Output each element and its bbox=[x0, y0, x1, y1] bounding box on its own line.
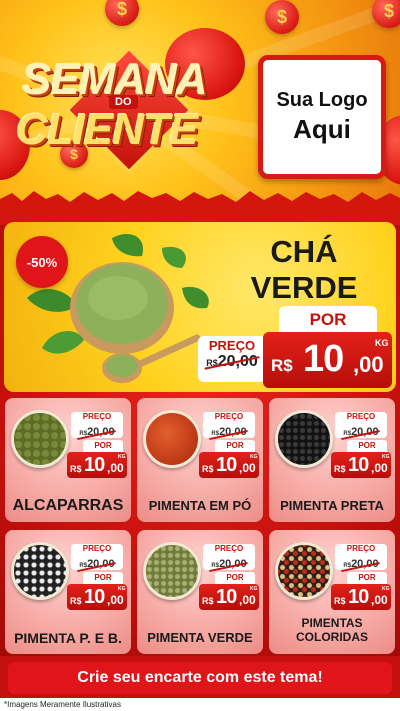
product-card-pimenta-em-po[interactable]: PREÇO R$20,00 POR R$ 10 ,00 KG PIMENTA E… bbox=[137, 398, 263, 522]
old-price-tag: PREÇO R$20,00 bbox=[335, 544, 387, 573]
pimenta-em-po-photo bbox=[143, 410, 201, 468]
featured-product-name: CHÁ VERDE bbox=[224, 234, 384, 306]
preco-label: PREÇO bbox=[82, 412, 112, 421]
price-currency: R$ bbox=[202, 464, 214, 474]
featured-preco-label: PREÇO bbox=[208, 338, 256, 353]
preco-label: PREÇO bbox=[346, 412, 376, 421]
por-label: POR bbox=[83, 440, 123, 452]
old-price: R$20,00 bbox=[209, 426, 249, 441]
price-integer: 10 bbox=[216, 454, 237, 476]
torn-paper-edge bbox=[0, 191, 400, 225]
price-integer: 10 bbox=[84, 454, 105, 476]
price-integer: 10 bbox=[348, 454, 369, 476]
discount-badge: -50% bbox=[16, 236, 68, 288]
price-currency: R$ bbox=[202, 596, 214, 606]
price-unit: KG bbox=[118, 454, 126, 460]
coin-icon: $ bbox=[105, 0, 139, 26]
price-integer: 10 bbox=[348, 586, 369, 608]
old-price-tag: PREÇO R$20,00 bbox=[203, 412, 255, 441]
old-price: R$20,00 bbox=[77, 426, 117, 441]
product-name: PIMENTA VERDE bbox=[147, 630, 253, 645]
price-currency: R$ bbox=[271, 356, 293, 375]
price-decimal: ,00 bbox=[371, 593, 388, 607]
create-flyer-button[interactable]: Crie seu encarte com este tema! bbox=[8, 662, 392, 694]
preco-label: PREÇO bbox=[214, 544, 244, 553]
disclaimer-text: *Imagens Meramente Ilustrativas bbox=[0, 698, 400, 711]
price-integer: 10 bbox=[84, 586, 105, 608]
price-unit: KG bbox=[118, 586, 126, 592]
price-currency: R$ bbox=[334, 596, 346, 606]
old-price: R$20,00 bbox=[341, 426, 381, 441]
header-banner: $ $ $ $ SEMANA DO CLIENTE Sua Logo Aqui bbox=[0, 0, 400, 215]
product-card-pimenta-preta[interactable]: PREÇO R$20,00 POR R$ 10 ,00 KG PIMENTA P… bbox=[269, 398, 395, 522]
featured-old-price-tag: PREÇO R$20,00 bbox=[198, 336, 266, 382]
price-tag: R$ 10 ,00 KG bbox=[67, 584, 127, 610]
preco-label: PREÇO bbox=[346, 544, 376, 553]
featured-por-label: POR bbox=[279, 306, 377, 334]
por-label: POR bbox=[215, 440, 255, 452]
pimenta-p-e-b-photo bbox=[11, 542, 69, 600]
old-price-tag: PREÇO R$20,00 bbox=[71, 412, 123, 441]
price-decimal: ,00 bbox=[107, 593, 124, 607]
price-currency: R$ bbox=[334, 464, 346, 474]
old-price-tag: PREÇO R$20,00 bbox=[203, 544, 255, 573]
old-price: R$20,00 bbox=[77, 558, 117, 573]
product-name-line2: COLORIDAS bbox=[296, 630, 368, 644]
product-name: PIMENTA PRETA bbox=[280, 498, 384, 513]
product-card-pimenta-verde[interactable]: PREÇO R$20,00 POR R$ 10 ,00 KG PIMENTA V… bbox=[137, 530, 263, 654]
featured-name-line1: CHÁ bbox=[270, 234, 338, 269]
price-integer: 10 bbox=[216, 586, 237, 608]
logo-line2: Aqui bbox=[293, 114, 351, 144]
logo-placeholder[interactable]: Sua Logo Aqui bbox=[258, 55, 386, 179]
price-integer: 10 bbox=[303, 338, 344, 380]
price-currency: R$ bbox=[70, 464, 82, 474]
price-decimal: ,00 bbox=[353, 352, 384, 377]
price-unit: KG bbox=[375, 338, 389, 348]
product-name: ALCAPARRAS bbox=[12, 497, 124, 514]
price-tag: R$ 10 ,00 KG bbox=[331, 584, 391, 610]
product-card-pimenta-p-e-b[interactable]: PREÇO R$20,00 POR R$ 10 ,00 KG PIMENTA P… bbox=[5, 530, 131, 654]
campaign-title: SEMANA DO CLIENTE bbox=[14, 46, 232, 174]
price-decimal: ,00 bbox=[107, 461, 124, 475]
price-currency: R$ bbox=[70, 596, 82, 606]
old-price-tag: PREÇO R$20,00 bbox=[71, 544, 123, 573]
product-name: PIMENTA EM PÓ bbox=[148, 498, 252, 513]
preco-label: PREÇO bbox=[82, 544, 112, 553]
price-tag: R$ 10 ,00 KG bbox=[67, 452, 127, 478]
por-label: POR bbox=[215, 572, 255, 584]
old-price-tag: PREÇO R$20,00 bbox=[335, 412, 387, 441]
price-decimal: ,00 bbox=[239, 593, 256, 607]
old-price: R$20,00 bbox=[341, 558, 381, 573]
preco-label: PREÇO bbox=[214, 412, 244, 421]
product-card-alcaparras[interactable]: PREÇO R$20,00 POR R$ 10 ,00 KG ALCAPARRA… bbox=[5, 398, 131, 522]
price-tag: R$ 10 ,00 KG bbox=[199, 584, 259, 610]
coin-icon: $ bbox=[372, 0, 400, 28]
por-label: POR bbox=[83, 572, 123, 584]
por-label: POR bbox=[347, 572, 387, 584]
logo-line1: Sua Logo bbox=[276, 89, 368, 111]
price-decimal: ,00 bbox=[239, 461, 256, 475]
price-tag: R$ 10 ,00 KG bbox=[331, 452, 391, 478]
old-price: R$20,00 bbox=[209, 558, 249, 573]
coin-icon: $ bbox=[265, 0, 299, 34]
price-decimal: ,00 bbox=[371, 461, 388, 475]
alcaparras-photo bbox=[11, 410, 69, 468]
price-unit: KG bbox=[250, 454, 258, 460]
pimentas-coloridas-photo bbox=[275, 542, 333, 600]
product-name: PIMENTA P. E B. bbox=[14, 630, 122, 646]
price-unit: KG bbox=[382, 454, 390, 460]
price-tag: R$ 10 ,00 KG bbox=[199, 452, 259, 478]
por-label: POR bbox=[347, 440, 387, 452]
pimenta-verde-photo bbox=[143, 542, 201, 600]
product-name-line1: PIMENTAS bbox=[301, 616, 363, 630]
title-line2: CLIENTE bbox=[16, 105, 198, 154]
price-unit: KG bbox=[382, 586, 390, 592]
featured-name-line2: VERDE bbox=[250, 270, 358, 305]
product-name: PIMENTAS COLORIDAS bbox=[271, 616, 393, 644]
pimenta-preta-photo bbox=[275, 410, 333, 468]
featured-old-price: R$20,00 bbox=[204, 353, 260, 371]
product-card-pimentas-coloridas[interactable]: PREÇO R$20,00 POR R$ 10 ,00 KG PIMENTAS … bbox=[269, 530, 395, 654]
price-unit: KG bbox=[250, 586, 258, 592]
featured-price-tag: R$ 10 ,00 KG bbox=[263, 332, 392, 388]
